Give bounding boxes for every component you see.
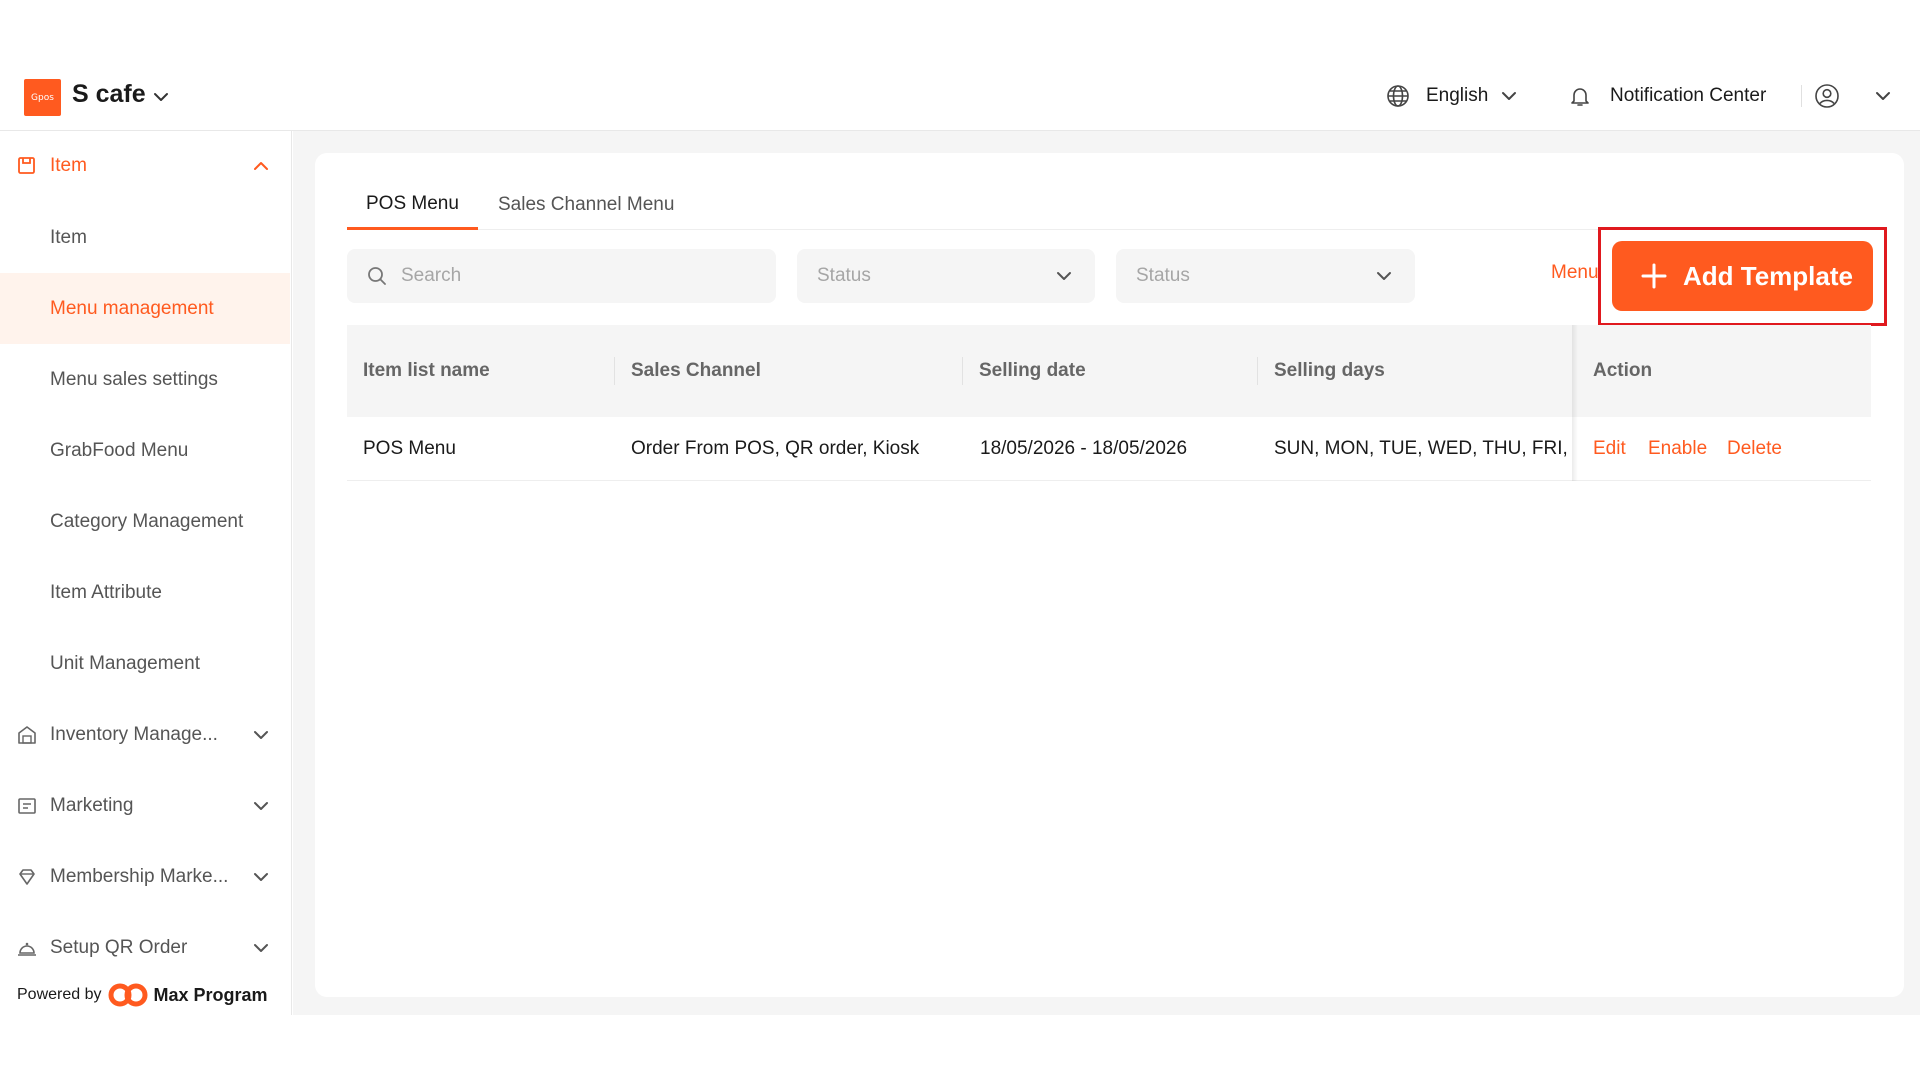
status-select-value: Status [817,265,871,286]
delete-link[interactable]: Delete [1727,417,1782,481]
store-name[interactable]: S cafe [72,80,146,109]
status-select-value: Status [1136,265,1190,286]
sidebar-item-menu-management[interactable]: Menu management [0,273,290,344]
powered-by: Powered by Max Program [17,975,268,1015]
table-row: POS Menu Order From POS, QR order, Kiosk… [347,417,1871,481]
item-box-icon [18,157,35,174]
column-divider [1257,357,1258,385]
sidebar-item-category-management[interactable]: Category Management [0,486,290,557]
chevron-down-icon[interactable] [252,726,270,744]
add-template-button[interactable]: Add Template [1612,241,1873,311]
chevron-down-icon[interactable] [1500,60,1518,131]
sidebar-item-unit-management[interactable]: Unit Management [0,628,290,699]
chevron-down-icon[interactable] [252,797,270,815]
sidebar-group-item[interactable]: Item [0,131,292,201]
chevron-down-icon[interactable] [1874,60,1892,131]
tab-pos-menu[interactable]: POS Menu [347,180,478,230]
fixed-column-shadow [1572,325,1578,481]
plus-icon [1641,263,1667,289]
sidebar-group-qr-order[interactable]: Setup QR Order [0,913,292,983]
notification-center-link[interactable]: Notification Center [1610,60,1766,131]
search-icon [368,267,386,285]
menu-table: Item list name Sales Channel Selling dat… [347,325,1871,481]
sidebar-group-label: Inventory Manage... [50,724,218,745]
edit-link[interactable]: Edit [1593,417,1626,481]
sidebar-group-label: Membership Marke... [50,866,229,887]
status-select-2[interactable]: Status [1116,249,1415,303]
chevron-down-icon [1377,272,1391,280]
status-select-1[interactable]: Status [797,249,1095,303]
header-divider [1801,85,1802,107]
sidebar-item-menu-sales-settings[interactable]: Menu sales settings [0,344,290,415]
sidebar-item-item-attribute[interactable]: Item Attribute [0,557,290,628]
chevron-down-icon[interactable] [252,939,270,957]
language-selector[interactable]: English [1426,60,1488,131]
sidebar-group-label: Marketing [50,795,134,816]
powered-by-label: Powered by [17,986,102,1003]
app-window: Gpos S cafe English Notification Center … [0,0,1920,1080]
bottom-blank-area [0,1015,1920,1080]
service-bell-icon [18,942,36,956]
column-divider [962,357,963,385]
warehouse-icon [18,726,36,744]
table-header: Item list name Sales Channel Selling dat… [347,325,1871,417]
chevron-up-icon[interactable] [252,157,270,175]
column-header-channel: Sales Channel [631,360,761,381]
add-template-label: Add Template [1683,260,1853,291]
user-avatar-icon[interactable] [1814,60,1840,131]
top-header: Gpos S cafe English Notification Center [0,60,1920,131]
sidebar-group-membership[interactable]: Membership Marke... [0,842,292,912]
cell-days: SUN, MON, TUE, WED, THU, FRI, SAT [1274,438,1571,459]
cell-name: POS Menu [363,438,456,459]
sidebar-group-inventory[interactable]: Inventory Manage... [0,700,292,770]
column-header-days: Selling days [1274,360,1385,381]
sidebar-group-label: Setup QR Order [50,937,188,958]
column-header-date: Selling date [979,360,1086,381]
sidebar-item-grabfood-menu[interactable]: GrabFood Menu [0,415,290,486]
chevron-down-icon[interactable] [252,868,270,886]
chevron-down-icon [1057,272,1071,280]
column-divider [614,357,615,385]
enable-link[interactable]: Enable [1648,417,1707,481]
sidebar-group-label: Item [50,155,87,176]
column-header-action: Action [1593,360,1653,381]
tab-sales-channel-menu[interactable]: Sales Channel Menu [479,180,693,230]
chevron-down-icon[interactable] [152,88,170,106]
cell-channel: Order From POS, QR order, Kiosk [631,438,920,459]
max-program-logo-icon [108,983,147,1007]
menu-link[interactable]: Menu [1551,262,1599,284]
membership-icon [19,869,35,885]
column-header-name: Item list name [363,360,490,381]
sidebar-item-item[interactable]: Item [0,202,290,273]
cell-date: 18/05/2026 - 18/05/2026 [980,438,1188,459]
search-field[interactable] [347,249,776,303]
marketing-icon [18,798,36,814]
sidebar: Item Item Menu management Menu sales set… [0,131,292,1015]
menu-tabs: POS Menu Sales Channel Menu [347,180,1871,230]
powered-by-brand: Max Program [153,984,268,1005]
bell-icon[interactable] [1568,60,1592,131]
search-input[interactable] [401,265,761,287]
app-logo: Gpos [24,79,61,116]
sidebar-group-marketing[interactable]: Marketing [0,771,292,841]
globe-icon[interactable] [1386,60,1410,131]
